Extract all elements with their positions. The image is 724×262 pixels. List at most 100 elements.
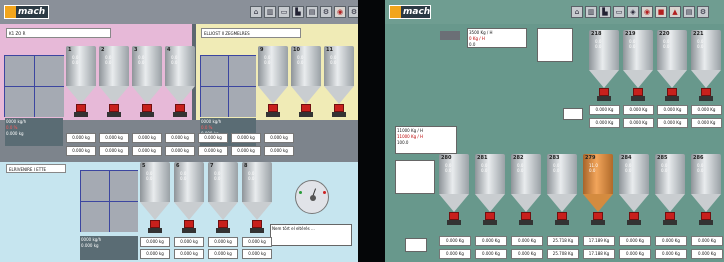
feeder-valve-icon[interactable]: [485, 212, 495, 220]
silo-tank[interactable]: 279 11.0 0.0: [583, 154, 613, 226]
feeder-valve-icon[interactable]: [701, 212, 711, 220]
factory-icon[interactable]: ▙: [292, 6, 304, 18]
factory-icon[interactable]: ▙: [599, 6, 611, 18]
silo-values: 0.0 0.0: [595, 39, 602, 49]
alarm-icon[interactable]: ◉: [641, 6, 653, 18]
silo-cone: [691, 194, 721, 212]
monitor-icon[interactable]: ▭: [278, 6, 290, 18]
silo-tank[interactable]: 3 0.0 0.0: [132, 46, 162, 118]
alarm-settings-panel: [537, 28, 573, 62]
silo-body: 281 0.0 0.0: [475, 154, 505, 194]
monitor-icon[interactable]: ▭: [613, 6, 625, 18]
feeder-valve-icon[interactable]: [76, 104, 86, 112]
stop-icon[interactable]: ■: [655, 6, 667, 18]
silo-body: 286 0.0 0.0: [691, 154, 721, 194]
settings-icon[interactable]: ⚙: [348, 6, 358, 18]
silo-tank[interactable]: 220 0.0 0.0: [657, 30, 687, 102]
silo-tank[interactable]: 6 0.0 0.0: [174, 162, 204, 234]
silo-tank[interactable]: 7 0.0 0.0: [208, 162, 238, 234]
home-icon[interactable]: ⌂: [250, 6, 262, 18]
feeder-valve-icon[interactable]: [301, 104, 311, 112]
silo-tank[interactable]: 2 0.0 0.0: [99, 46, 129, 118]
zone-label-top-right: ELLIOST II ZEGMELRES: [201, 28, 301, 38]
valve-base: [447, 220, 461, 225]
feeder-valve-icon[interactable]: [667, 88, 677, 96]
silo-body: 285 0.0 0.0: [655, 154, 685, 194]
feeder-valve-icon[interactable]: [629, 212, 639, 220]
valve-base: [266, 112, 280, 117]
silo-tank[interactable]: 10 0.0 0.0: [291, 46, 321, 118]
feeder-valve-icon[interactable]: [557, 212, 567, 220]
silo-number: 4: [167, 47, 171, 53]
valve-icon[interactable]: ◈: [627, 6, 639, 18]
silo-tank[interactable]: 5 0.0 0.0: [140, 162, 170, 234]
silo-tank[interactable]: 281 0.0 0.0: [475, 154, 505, 226]
feeder-valve-icon[interactable]: [184, 220, 194, 228]
silo-number: 285: [657, 155, 668, 161]
silo-icon[interactable]: ▥: [585, 6, 597, 18]
weight-readout: 0.000 Kg: [475, 249, 507, 259]
feeder-valve-icon[interactable]: [701, 88, 711, 96]
feeder-valve-icon[interactable]: [109, 104, 119, 112]
feeder-valve-icon[interactable]: [252, 220, 262, 228]
home-icon[interactable]: ⌂: [571, 6, 583, 18]
feeder-valve-icon[interactable]: [175, 104, 185, 112]
silo-tank[interactable]: 4 0.0 0.0: [165, 46, 195, 118]
silo-number: 220: [659, 31, 670, 37]
valve-base: [627, 220, 641, 225]
feeder-valve-icon[interactable]: [334, 104, 344, 112]
weight-readout: 0.000 kg: [66, 133, 96, 143]
feeder-valve-icon[interactable]: [633, 88, 643, 96]
silo-cone: [655, 194, 685, 212]
gear-icon[interactable]: ⚙: [320, 6, 332, 18]
silo-tank[interactable]: 282 0.0 0.0: [511, 154, 541, 226]
trend-grid-panel: [4, 55, 64, 117]
silo-icon[interactable]: ▥: [264, 6, 276, 18]
chart-icon[interactable]: ▤: [683, 6, 695, 18]
weight-readout: 0.000 kg: [198, 133, 228, 143]
feeder-valve-icon[interactable]: [593, 212, 603, 220]
silo-tank[interactable]: 1 0.0 0.0: [66, 46, 96, 118]
silo-tank[interactable]: 8 0.0 0.0: [242, 162, 272, 234]
feeder-valve-icon[interactable]: [599, 88, 609, 96]
weight-readout: 17.188 Kg: [583, 249, 615, 259]
valve-base: [591, 220, 605, 225]
silo-tank[interactable]: 9 0.0 0.0: [258, 46, 288, 118]
feeder-valve-icon[interactable]: [218, 220, 228, 228]
feeder-valve-icon[interactable]: [142, 104, 152, 112]
silo-tank[interactable]: 218 0.0 0.0: [589, 30, 619, 102]
alarm-icon[interactable]: ◉: [334, 6, 346, 18]
valve-base: [182, 228, 196, 233]
silo-number: 8: [244, 163, 248, 169]
silo-tank[interactable]: 280 0.0 0.0: [439, 154, 469, 226]
silo-tank[interactable]: 11 0.0 0.0: [324, 46, 354, 118]
silo-values: 0.0 0.0: [481, 163, 488, 173]
weight-readout: 0.000 kg: [208, 237, 238, 247]
silo-tank[interactable]: 283 0.0 0.0: [547, 154, 577, 226]
silo-tank[interactable]: 285 0.0 0.0: [655, 154, 685, 226]
gear-icon[interactable]: ⚙: [697, 6, 709, 18]
silo-tank[interactable]: 286 0.0 0.0: [691, 154, 721, 226]
silo-values: 0.0 0.0: [72, 55, 79, 65]
chart-icon[interactable]: ▤: [306, 6, 318, 18]
silo-cone: [140, 202, 170, 220]
feeder-valve-icon[interactable]: [521, 212, 531, 220]
silo-tank[interactable]: 221 0.0 0.0: [691, 30, 721, 102]
silo-values: 11.0 0.0: [589, 163, 598, 173]
feeder-valve-icon[interactable]: [449, 212, 459, 220]
silo-number: 282: [513, 155, 524, 161]
silo-tank[interactable]: 284 0.0 0.0: [619, 154, 649, 226]
feeder-valve-icon[interactable]: [150, 220, 160, 228]
weight-readout: 0.000 kg: [198, 146, 228, 156]
weight-readout: 0.000 Kg: [439, 236, 471, 246]
warning-icon[interactable]: ▲: [669, 6, 681, 18]
silo-body: 8 0.0 0.0: [242, 162, 272, 202]
weight-readout: 0.000 kg: [264, 133, 294, 143]
counter-box: [440, 31, 460, 40]
feeder-valve-icon[interactable]: [665, 212, 675, 220]
silo-number: 6: [176, 163, 180, 169]
silo-values: 0.0 0.0: [138, 55, 145, 65]
silo-tank[interactable]: 219 0.0 0.0: [623, 30, 653, 102]
feeder-valve-icon[interactable]: [268, 104, 278, 112]
silo-cone: [475, 194, 505, 212]
